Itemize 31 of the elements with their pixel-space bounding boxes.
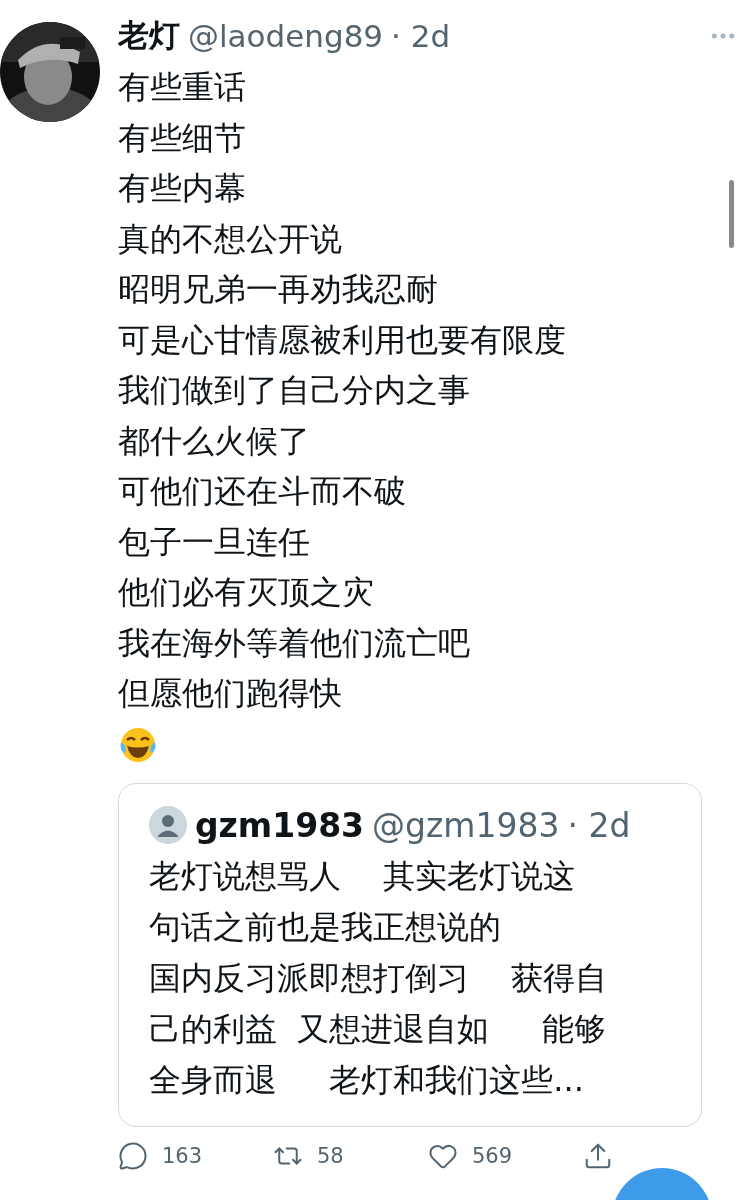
tweet-line: 真的不想公开说: [118, 218, 342, 260]
tweet-line: 有些重话: [118, 67, 246, 108]
action-count: 163: [162, 1143, 203, 1168]
tweet-line: 可他们还在斗而不破: [118, 471, 406, 512]
tweet-line: 昭明兄弟一再劝我忍耐: [118, 269, 438, 310]
tweet-line: 都什么火候了: [118, 420, 310, 462]
default-avatar-icon: [149, 806, 187, 844]
action-count: 569: [472, 1143, 513, 1168]
tweet-line: 有些内幕: [118, 168, 246, 209]
tweet-line: 他们必有灭顶之灾: [118, 572, 374, 613]
post-time: · 2d: [391, 18, 451, 54]
quoted-tweet-line: 全身而退 老灯和我们这些...: [149, 1059, 585, 1101]
tweet-line: 我们做到了自己分内之事: [118, 370, 470, 411]
quoted-tweet-line: 句话之前也是我正想说的: [149, 906, 502, 948]
quoted-tweet-line: 己的利益 又想进退自如 能够: [149, 1008, 607, 1050]
tweet-line: 包子一旦连任: [118, 521, 310, 563]
tweet-line: 有些细节: [118, 117, 246, 159]
tweet-line: 我在海外等着他们流亡吧: [118, 622, 470, 664]
reply-icon[interactable]: [118, 1140, 148, 1171]
tweet-line: 可是心甘情愿被利用也要有限度: [118, 319, 566, 361]
author-name: 老灯: [118, 16, 180, 55]
quoted-author-name: gzm1983: [195, 805, 365, 845]
scrollbar[interactable]: [729, 180, 734, 248]
quoted-author-handle: @gzm1983: [372, 805, 560, 845]
quoted-tweet-line: 老灯说想骂人 其实老灯说这: [149, 855, 577, 897]
author-handle: @laodeng89: [188, 18, 384, 54]
quoted-post-time: · 2d: [567, 805, 631, 845]
quoted-tweet-card[interactable]: gzm1983 @gzm1983 · 2d 老灯说想骂人 其实老灯说这 句话之前也是我正想说的 国内反习派即想打倒习 获得自 己的利益 又想进退自如 能够 全身而退 老灯和我们这些...: [118, 782, 702, 1127]
action-count: 58: [317, 1143, 344, 1168]
tweet-line: 但愿他们跑得快: [118, 673, 342, 714]
quoted-tweet-line: 国内反习派即想打倒习 获得自: [149, 957, 609, 999]
